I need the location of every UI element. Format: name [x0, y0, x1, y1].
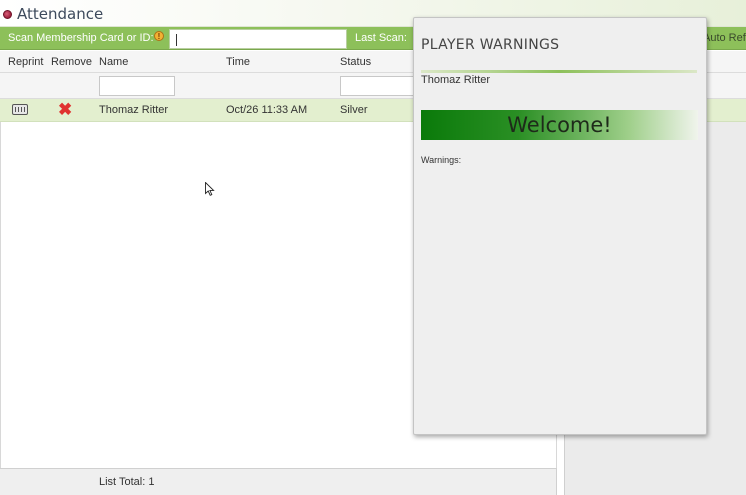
- row-time: Oct/26 11:33 AM: [226, 104, 308, 116]
- warnings-label: Warnings:: [421, 155, 462, 165]
- scan-label: Scan Membership Card or ID:: [8, 32, 154, 44]
- row-status: Silver: [340, 104, 368, 116]
- auto-refresh-toggle[interactable]: Auto Refr: [703, 32, 746, 44]
- status-filter-input[interactable]: [340, 76, 416, 96]
- player-warnings-dialog: PLAYER WARNINGS Thomaz Ritter Welcome! W…: [413, 17, 707, 435]
- list-total: List Total: 1: [99, 476, 155, 488]
- attendance-window: Attendance Scan Membership Card or ID: !…: [0, 0, 746, 495]
- column-header-time[interactable]: Time: [226, 56, 250, 68]
- attendance-icon: [3, 10, 12, 19]
- last-scan-label: Last Scan:: [355, 32, 407, 44]
- mouse-pointer-icon: [205, 182, 215, 196]
- dialog-title: PLAYER WARNINGS: [421, 37, 560, 53]
- printer-icon[interactable]: [12, 104, 28, 115]
- close-x-icon[interactable]: ✖: [58, 101, 72, 118]
- column-header-reprint[interactable]: Reprint: [8, 56, 43, 68]
- column-header-remove[interactable]: Remove: [51, 56, 92, 68]
- welcome-text: Welcome!: [507, 113, 612, 137]
- grid-footer: List Total: 1: [0, 468, 557, 495]
- welcome-banner: Welcome!: [421, 110, 698, 140]
- column-header-name[interactable]: Name: [99, 56, 128, 68]
- name-filter-input[interactable]: [99, 76, 175, 96]
- window-title: Attendance: [17, 5, 104, 23]
- info-icon[interactable]: !: [154, 31, 164, 41]
- scan-input[interactable]: [169, 29, 347, 49]
- column-header-status[interactable]: Status: [340, 56, 371, 68]
- text-caret: [176, 34, 177, 46]
- player-name: Thomaz Ritter: [421, 74, 491, 86]
- title-divider: [421, 70, 697, 73]
- row-name: Thomaz Ritter: [99, 104, 169, 116]
